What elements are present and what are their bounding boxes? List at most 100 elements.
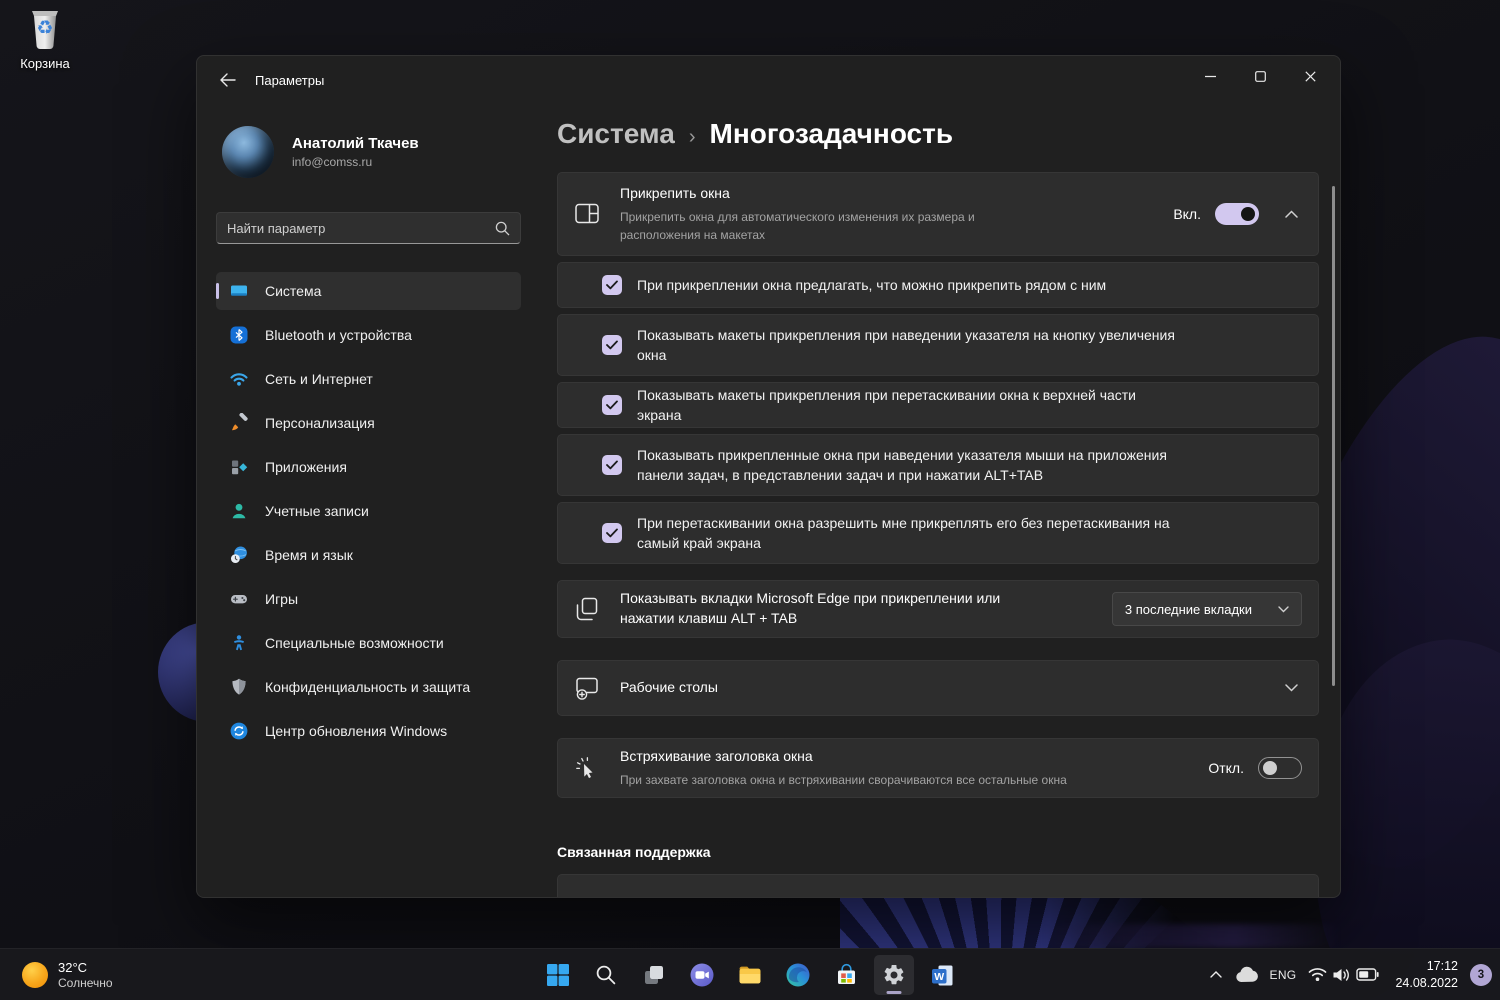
recycle-bin-shortcut[interactable]: ♻ Корзина — [12, 6, 78, 71]
close-button[interactable] — [1288, 60, 1332, 92]
chevron-down-icon — [1278, 605, 1289, 612]
word-button[interactable]: W — [922, 955, 962, 995]
chevron-down-icon[interactable] — [1285, 684, 1298, 692]
notification-count-badge[interactable]: 3 — [1470, 963, 1492, 986]
sidebar-item-gaming[interactable]: Игры — [216, 580, 521, 618]
snap-option-row[interactable]: Показывать макеты прикрепления при перет… — [557, 382, 1319, 428]
sidebar-item-windows-update[interactable]: Центр обновления Windows — [216, 712, 521, 750]
sidebar-item-apps[interactable]: Приложения — [216, 448, 521, 486]
chevron-up-icon — [1209, 971, 1222, 978]
edge-tabs-card: Показывать вкладки Microsoft Edge при пр… — [557, 580, 1319, 638]
task-view-button[interactable] — [634, 955, 674, 995]
snap-option-row[interactable]: При перетаскивании окна разрешить мне пр… — [557, 502, 1319, 564]
breadcrumb-parent[interactable]: Система — [557, 118, 675, 150]
cloud-icon — [1235, 966, 1258, 982]
weather-widget[interactable]: 32°C Солнечно — [12, 949, 123, 1000]
shake-toggle-state: Откл. — [1208, 760, 1244, 776]
related-support-card[interactable] — [557, 874, 1319, 897]
sidebar-item-privacy-security[interactable]: Конфиденциальность и защита — [216, 668, 521, 706]
back-button[interactable] — [207, 63, 247, 97]
start-button[interactable] — [538, 955, 578, 995]
snap-option-label: При перетаскивании окна разрешить мне пр… — [637, 514, 1170, 551]
titlebar[interactable]: Параметры — [197, 56, 1340, 104]
virtual-desktops-card[interactable]: Рабочие столы — [557, 660, 1319, 716]
chevron-up-icon[interactable] — [1285, 210, 1298, 218]
edge-button[interactable] — [778, 955, 818, 995]
checkbox-checked-icon[interactable] — [602, 275, 622, 295]
breadcrumb-separator-icon: › — [688, 126, 696, 148]
sidebar-item-label: Учетные записи — [265, 503, 369, 519]
language-button[interactable]: ENG — [1264, 959, 1303, 991]
tray-overflow-button[interactable] — [1204, 959, 1228, 991]
chat-button[interactable] — [682, 955, 722, 995]
page-title: Многозадачность — [709, 118, 954, 149]
shake-toggle[interactable] — [1258, 757, 1302, 779]
snap-option-label: При прикреплении окна предлагать, что мо… — [637, 276, 1107, 293]
tray-date: 24.08.2022 — [1395, 975, 1458, 990]
file-explorer-button[interactable] — [730, 955, 770, 995]
snap-option-row[interactable]: Показывать макеты прикрепления при навед… — [557, 314, 1319, 376]
snap-option-label: Показывать макеты прикрепления при навед… — [637, 326, 1175, 363]
sidebar-item-label: Bluetooth и устройства — [265, 327, 412, 343]
checkbox-checked-icon[interactable] — [602, 335, 622, 355]
related-support-heading: Связанная поддержка — [557, 844, 711, 860]
sidebar-item-accessibility[interactable]: Специальные возможности — [216, 624, 521, 662]
snap-option-row[interactable]: При прикреплении окна предлагать, что мо… — [557, 262, 1319, 308]
snap-option-label: Показывать макеты прикрепления при перет… — [637, 386, 1137, 423]
onedrive-button[interactable] — [1228, 959, 1264, 991]
close-icon — [1304, 70, 1316, 82]
sidebar-item-system[interactable]: Система — [216, 272, 521, 310]
toggle-knob — [1263, 761, 1277, 775]
folder-icon — [739, 966, 761, 984]
sidebar-item-label: Система — [265, 283, 322, 299]
weather-condition: Солнечно — [58, 975, 113, 990]
maximize-button[interactable] — [1238, 60, 1282, 92]
chat-icon — [690, 963, 714, 987]
minimize-button[interactable] — [1188, 60, 1232, 92]
sidebar-item-personalization[interactable]: Персонализация — [216, 404, 521, 442]
settings-button[interactable] — [874, 955, 914, 995]
edge-tabs-dropdown[interactable]: 3 последние вкладки — [1111, 592, 1302, 626]
settings-window: Параметры Анатолий Ткачев info@comss.ru … — [196, 55, 1341, 898]
clock[interactable]: 17:12 24.08.2022 — [1395, 958, 1458, 991]
store-icon — [837, 963, 855, 984]
sidebar-item-network-internet[interactable]: Сеть и Интернет — [216, 360, 521, 398]
battery-icon — [1356, 968, 1380, 981]
snap-option-row[interactable]: Показывать прикрепленные окна при наведе… — [557, 434, 1319, 496]
checkbox-checked-icon[interactable] — [602, 523, 622, 543]
taskbar: 32°C Солнечно W ENG 17:12 24.08.2022 3 — [0, 948, 1500, 1000]
bluetooth-icon — [229, 325, 249, 345]
system-tray: ENG 17:12 24.08.2022 3 — [1204, 949, 1492, 1000]
edge-tabs-title: Показывать вкладки Microsoft Edge при пр… — [620, 590, 1001, 626]
toggle-knob — [1241, 207, 1255, 221]
snap-toggle[interactable] — [1215, 203, 1259, 225]
store-button[interactable] — [826, 955, 866, 995]
update-icon — [229, 721, 249, 741]
snap-description: Прикрепить окна для автоматического изме… — [620, 209, 975, 242]
checkbox-checked-icon[interactable] — [602, 395, 622, 415]
avatar — [222, 126, 274, 178]
search-input[interactable]: Найти параметр — [216, 212, 521, 244]
account-card[interactable]: Анатолий Ткачев info@comss.ru — [216, 126, 521, 178]
sidebar-item-label: Персонализация — [265, 415, 375, 431]
sidebar-item-bluetooth-devices[interactable]: Bluetooth и устройства — [216, 316, 521, 354]
windows-logo-icon — [547, 964, 569, 986]
snap-windows-card[interactable]: Прикрепить окна Прикрепить окна для авто… — [557, 172, 1319, 256]
sidebar-item-time-language[interactable]: Время и язык — [216, 536, 521, 574]
scrollbar[interactable] — [1332, 186, 1335, 686]
edge-icon — [786, 963, 810, 987]
person-icon — [229, 501, 249, 521]
shake-description: При захвате заголовка окна и встряхивани… — [620, 772, 1067, 787]
title-shake-card: Встряхивание заголовка окна При захвате … — [557, 738, 1319, 798]
svg-text:W: W — [934, 970, 944, 982]
apps-icon — [229, 457, 249, 477]
network-volume-battery-button[interactable] — [1302, 959, 1385, 991]
search-icon — [495, 221, 510, 235]
search-button[interactable] — [586, 955, 626, 995]
checkbox-checked-icon[interactable] — [602, 455, 622, 475]
wifi-icon — [1309, 968, 1327, 981]
dropdown-value: 3 последние вкладки — [1124, 601, 1252, 617]
task-view-icon — [645, 966, 663, 984]
sidebar-item-accounts[interactable]: Учетные записи — [216, 492, 521, 530]
search-placeholder: Найти параметр — [227, 220, 326, 236]
